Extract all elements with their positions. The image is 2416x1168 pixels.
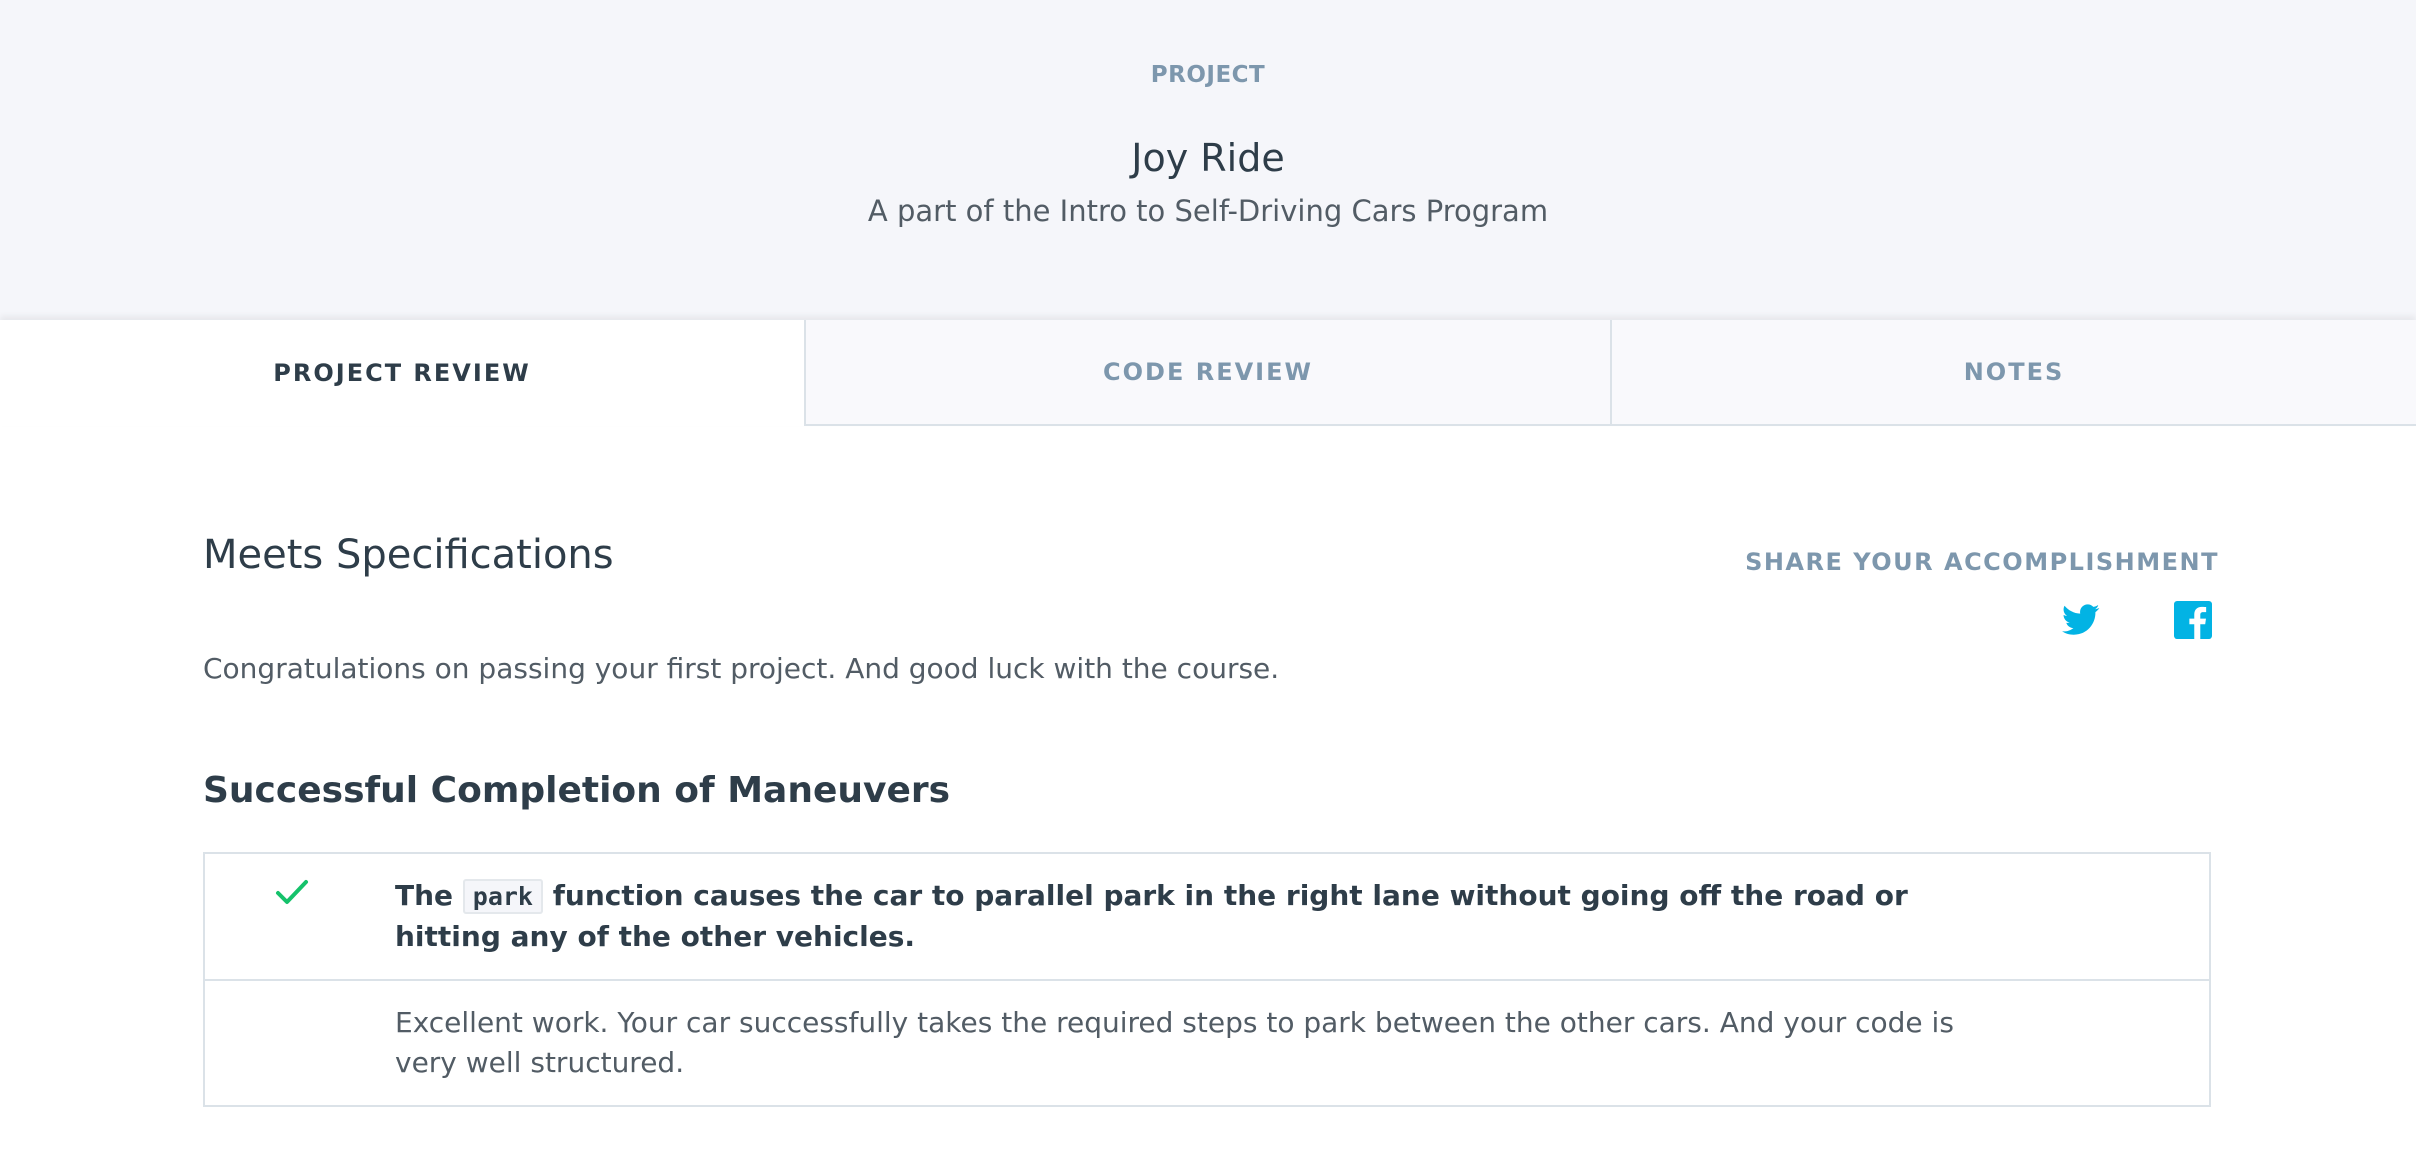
review-status: Meets Specifications <box>203 532 614 578</box>
project-title: Joy Ride <box>1131 136 1285 180</box>
rubric-criteria: The park function causes the car to para… <box>205 854 2209 979</box>
facebook-icon[interactable] <box>2173 600 2213 640</box>
project-eyebrow: PROJECT <box>1150 62 1266 88</box>
rubric-feedback-row: Excellent work. Your car successfully ta… <box>205 981 2209 1105</box>
share-buttons <box>2061 600 2213 640</box>
rubric-criteria-row: The park function causes the car to para… <box>205 854 2209 981</box>
checkmark-icon <box>275 878 309 910</box>
tab-code-review[interactable]: CODE REVIEW <box>804 320 1610 426</box>
reviewer-feedback: Excellent work. Your car successfully ta… <box>395 1006 1954 1079</box>
share-label: SHARE YOUR ACCOMPLISHMENT <box>1745 548 2219 576</box>
criteria-text-after: function causes the car to parallel park… <box>395 879 1908 953</box>
review-tabs: PROJECT REVIEW CODE REVIEW NOTES <box>0 320 2416 426</box>
section-title: Successful Completion of Maneuvers <box>203 770 951 811</box>
review-summary: Congratulations on passing your first pr… <box>203 652 1280 685</box>
project-header: PROJECT Joy Ride A part of the Intro to … <box>0 0 2416 320</box>
inline-code: park <box>462 879 543 914</box>
twitter-icon[interactable] <box>2061 600 2101 640</box>
tab-notes[interactable]: NOTES <box>1610 320 2416 426</box>
project-subtitle: A part of the Intro to Self-Driving Cars… <box>867 194 1549 228</box>
tab-project-review[interactable]: PROJECT REVIEW <box>0 320 804 426</box>
criteria-text-before: The <box>395 879 463 912</box>
rubric-table: The park function causes the car to para… <box>203 852 2211 1107</box>
